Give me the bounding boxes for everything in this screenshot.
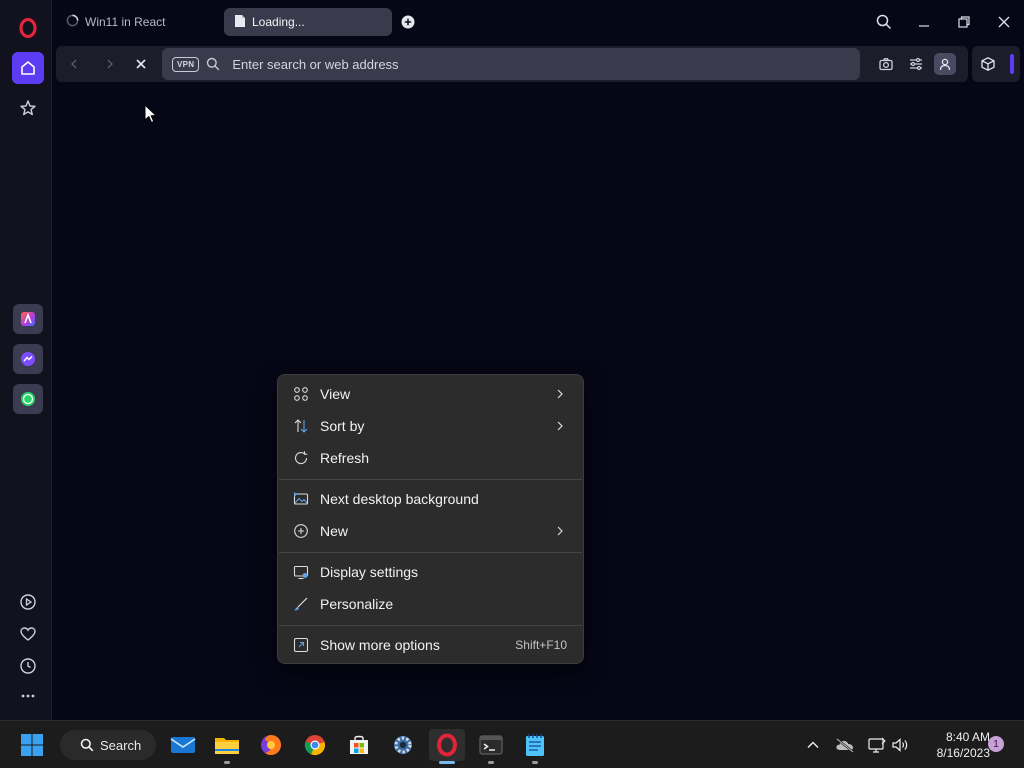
back-icon[interactable] (64, 54, 84, 74)
search-icon (80, 738, 94, 752)
start-icon[interactable] (14, 729, 50, 761)
menu-item-new[interactable]: New (284, 516, 577, 546)
stop-loading-icon[interactable] (131, 54, 151, 74)
running-indicator (488, 761, 494, 764)
sidebar-accent-bar (1010, 54, 1014, 74)
chevron-right-icon (557, 421, 563, 431)
tab-title: Loading... (252, 15, 305, 29)
file-explorer-icon[interactable] (209, 729, 245, 764)
menu-item-personalize[interactable]: Personalize (284, 589, 577, 619)
search-icon (206, 57, 220, 71)
menu-item-label: Display settings (320, 564, 419, 580)
easy-setup-sliders-icon[interactable] (906, 54, 926, 74)
chevron-up-icon[interactable] (803, 735, 823, 755)
loading-spinner-icon (66, 14, 79, 30)
notification-badge[interactable]: 1 (988, 736, 1004, 752)
brush-icon (292, 595, 310, 613)
desktop-background-icon (292, 490, 310, 508)
whatsapp-icon[interactable] (13, 384, 43, 414)
desktop-context-menu: View Sort by Refresh Next desktop backgr… (277, 374, 584, 664)
menu-item-refresh[interactable]: Refresh (284, 443, 577, 473)
onedrive-offline-icon[interactable] (835, 735, 855, 755)
settings-icon[interactable] (385, 729, 421, 761)
aria-icon[interactable] (13, 304, 43, 334)
heart-icon[interactable] (12, 618, 44, 650)
taskbar-clock[interactable]: 8:40 AM 8/16/2023 (916, 729, 990, 761)
chevron-right-icon (557, 526, 563, 536)
address-input[interactable] (232, 56, 793, 72)
extensions-cube-icon[interactable] (978, 54, 998, 74)
menu-separator (279, 479, 582, 480)
display-settings-icon (292, 563, 310, 581)
chevron-right-icon (557, 389, 563, 399)
menu-item-shortcut: Shift+F10 (515, 638, 567, 652)
menu-item-view[interactable]: View (284, 379, 577, 409)
menu-item-label: View (320, 386, 351, 402)
extensions-area (972, 46, 1020, 82)
menu-item-label: Sort by (320, 418, 365, 434)
refresh-icon (292, 449, 310, 467)
plus-icon[interactable] (400, 14, 416, 30)
menu-separator (279, 625, 582, 626)
chrome-icon[interactable] (297, 729, 333, 761)
firefox-icon[interactable] (253, 729, 289, 761)
history-icon[interactable] (12, 650, 44, 682)
notepad-icon[interactable] (517, 729, 553, 764)
menu-item-label: Personalize (320, 596, 394, 612)
clock-time: 8:40 AM (945, 730, 990, 744)
player-icon[interactable] (12, 586, 44, 618)
document-icon (234, 14, 246, 31)
tab-search-icon[interactable] (872, 10, 896, 34)
running-indicator (224, 761, 230, 764)
forward-icon[interactable] (100, 54, 120, 74)
messenger-icon[interactable] (13, 344, 43, 374)
restore-icon[interactable] (952, 10, 976, 34)
tab-strip: Win11 in React Loading... (52, 0, 1024, 44)
tab-loading[interactable]: Loading... (224, 8, 392, 36)
opera-logo-icon[interactable] (18, 17, 38, 39)
more-icon[interactable] (12, 680, 44, 712)
profile-icon[interactable] (934, 53, 956, 75)
menu-item-sort-by[interactable]: Sort by (284, 411, 577, 441)
clock-date: 8/16/2023 (936, 746, 990, 760)
mouse-cursor-icon (144, 103, 158, 124)
running-indicator (532, 761, 538, 764)
menu-item-label: Refresh (320, 450, 370, 466)
more-options-icon (292, 636, 310, 654)
taskbar: Search 8:40 AM 8/16/2023 (0, 720, 1024, 768)
mail-icon[interactable] (165, 729, 201, 761)
menu-item-label: Show more options (320, 637, 440, 653)
star-icon[interactable] (12, 92, 44, 124)
snapshot-camera-icon[interactable] (876, 54, 896, 74)
sort-icon (292, 417, 310, 435)
network-icon[interactable] (867, 735, 887, 755)
menu-item-label: Next desktop background (320, 491, 479, 507)
minimize-icon[interactable] (912, 10, 936, 34)
volume-icon[interactable] (890, 735, 910, 755)
new-plus-icon (292, 522, 310, 540)
menu-separator (279, 552, 582, 553)
active-indicator (439, 761, 455, 764)
tab-win11-in-react[interactable]: Win11 in React (56, 8, 216, 36)
address-bar[interactable]: VPN (162, 48, 860, 80)
store-icon[interactable] (341, 729, 377, 761)
close-icon[interactable] (992, 10, 1016, 34)
tab-title: Win11 in React (85, 15, 166, 29)
vpn-badge[interactable]: VPN (172, 56, 200, 72)
opera-sidebar (0, 0, 52, 720)
taskbar-search-label: Search (100, 737, 142, 753)
menu-item-show-more-options[interactable]: Show more options Shift+F10 (284, 630, 577, 660)
taskbar-search-button[interactable]: Search (60, 730, 156, 760)
menu-item-next-desktop-background[interactable]: Next desktop background (284, 484, 577, 514)
menu-item-label: New (320, 523, 349, 539)
opera-icon[interactable] (429, 729, 465, 764)
grid-icon (292, 385, 310, 403)
home-icon[interactable] (12, 52, 44, 84)
terminal-icon[interactable] (473, 729, 509, 764)
navigation-bar: VPN (56, 46, 968, 82)
menu-item-display-settings[interactable]: Display settings (284, 557, 577, 587)
